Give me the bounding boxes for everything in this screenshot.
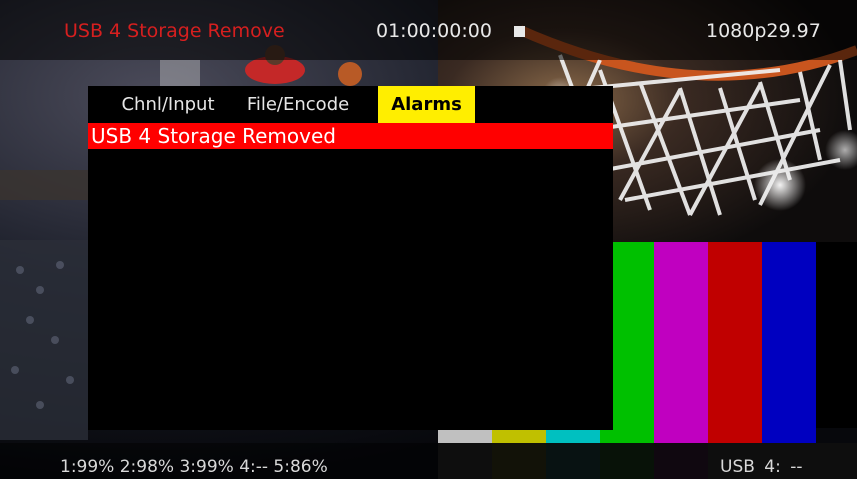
top-status-bar: USB 4 Storage Remove 01:00:00:00 1080p29… (0, 0, 857, 60)
timecode-display: 01:00:00:00 (376, 20, 492, 42)
monitor-screen: USB 4 Storage Remove 01:00:00:00 1080p29… (0, 0, 857, 479)
bottom-status-bar: 1:99% 2:98% 3:99% 4:-- 5:86% USB 4: -- (0, 443, 857, 479)
stop-icon (514, 26, 525, 37)
tab-alarms[interactable]: Alarms (378, 86, 475, 123)
alarm-list-item[interactable]: USB 4 Storage Removed (88, 123, 613, 149)
usb-status-text: USB 4: -- (720, 457, 803, 477)
storage-levels-text: 1:99% 2:98% 3:99% 4:-- 5:86% (60, 457, 328, 477)
tab-file-encode[interactable]: File/Encode (238, 86, 358, 123)
menu-panel: Chnl/Input File/Encode Alarms USB 4 Stor… (88, 86, 613, 430)
alarm-status-text: USB 4 Storage Remove (64, 20, 285, 42)
video-format-display: 1080p29.97 (706, 20, 821, 42)
tab-chnl-input[interactable]: Chnl/Input (118, 86, 218, 123)
